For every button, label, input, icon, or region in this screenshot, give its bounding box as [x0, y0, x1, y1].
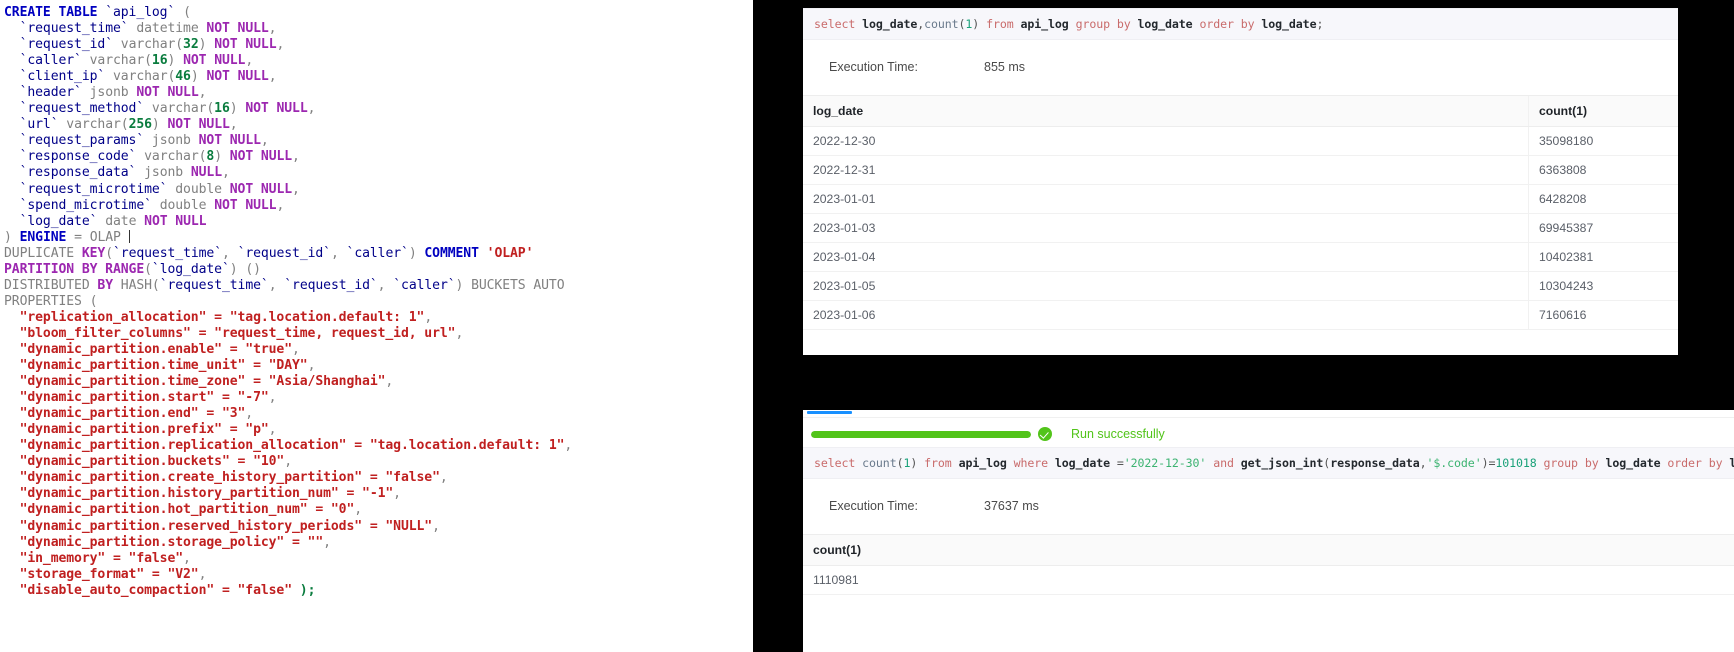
- sql-statement-top[interactable]: select log_date,count(1) from api_log gr…: [803, 8, 1678, 40]
- column-header-count[interactable]: count(1): [803, 535, 1734, 566]
- execution-time-block-bottom: Execution Time: 37637 ms: [803, 479, 1734, 535]
- result-table-top: log_date count(1) 2022-12-30 35098180 20…: [803, 96, 1678, 330]
- result-tab-strip[interactable]: [803, 410, 1734, 418]
- cell-log-date: 2023-01-06: [803, 300, 1529, 330]
- cell-log-date: 2023-01-04: [803, 242, 1529, 272]
- cell-log-date: 2023-01-01: [803, 184, 1529, 214]
- table-row: 2023-01-04 10402381: [803, 242, 1678, 272]
- execution-time-label: Execution Time:: [829, 499, 918, 513]
- cell-count: 10304243: [1528, 271, 1678, 301]
- run-status-row: Run successfully: [803, 418, 1734, 447]
- table-row: 1110981: [803, 565, 1734, 595]
- cell-count: 7160616: [1528, 300, 1678, 330]
- cell-count: 69945387: [1528, 213, 1678, 243]
- query-result-panel-top: select log_date,count(1) from api_log gr…: [803, 8, 1678, 355]
- cell-count: 6363808: [1528, 155, 1678, 185]
- column-header-count[interactable]: count(1): [1528, 96, 1678, 127]
- progress-bar: [811, 430, 1031, 438]
- execution-time-block-top: Execution Time: 855 ms: [803, 40, 1678, 96]
- success-check-icon: [1038, 427, 1052, 441]
- run-status-label: Run successfully: [1071, 427, 1165, 441]
- cell-log-date: 2022-12-30: [803, 126, 1529, 156]
- sql-statement-bottom[interactable]: select count(1) from api_log where log_d…: [803, 447, 1734, 479]
- result-table-body-bottom: 1110981: [803, 565, 1734, 595]
- table-header-row: log_date count(1): [803, 96, 1678, 127]
- table-row: 2022-12-30 35098180: [803, 126, 1678, 156]
- cell-count: 1110981: [803, 565, 1734, 595]
- table-row: 2022-12-31 6363808: [803, 155, 1678, 185]
- ddl-code-text: CREATE TABLE `api_log` ( `request_time` …: [4, 5, 573, 598]
- execution-time-label: Execution Time:: [829, 60, 918, 74]
- progress-bar-fill: [811, 430, 1031, 438]
- execution-time-value: 37637 ms: [984, 499, 1039, 513]
- result-table-body-top: 2022-12-30 35098180 2022-12-31 6363808 2…: [803, 126, 1678, 330]
- table-row: 2023-01-01 6428208: [803, 184, 1678, 214]
- table-header-row: count(1): [803, 535, 1734, 566]
- column-header-log-date[interactable]: log_date: [803, 96, 1529, 127]
- ddl-code-panel[interactable]: CREATE TABLE `api_log` ( `request_time` …: [0, 0, 753, 652]
- table-row: 2023-01-05 10304243: [803, 271, 1678, 301]
- cell-count: 10402381: [1528, 242, 1678, 272]
- table-row: 2023-01-03 69945387: [803, 213, 1678, 243]
- result-table-bottom: count(1) 1110981: [803, 535, 1734, 595]
- cell-count: 6428208: [1528, 184, 1678, 214]
- query-result-panel-bottom: Run successfully select count(1) from ap…: [803, 410, 1734, 652]
- execution-time-value: 855 ms: [984, 60, 1025, 74]
- cell-log-date: 2023-01-03: [803, 213, 1529, 243]
- text-cursor: [128, 229, 130, 243]
- table-row: 2023-01-06 7160616: [803, 300, 1678, 330]
- cell-log-date: 2022-12-31: [803, 155, 1529, 185]
- active-tab-indicator: [807, 411, 852, 414]
- cell-count: 35098180: [1528, 126, 1678, 156]
- cell-log-date: 2023-01-05: [803, 271, 1529, 301]
